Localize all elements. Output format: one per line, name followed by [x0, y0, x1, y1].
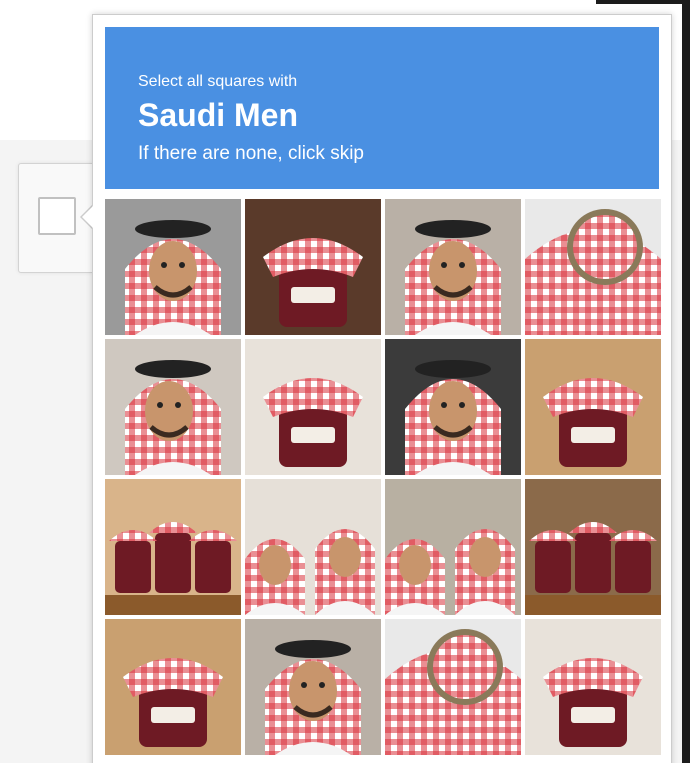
image-tile[interactable]: [525, 479, 661, 615]
tile-image: [525, 619, 661, 755]
captcha-checkbox[interactable]: [38, 197, 76, 235]
tile-image: [245, 339, 381, 475]
tile-image: [525, 199, 661, 335]
tile-image: [245, 199, 381, 335]
image-tile[interactable]: [525, 199, 661, 335]
window-edge-top: [596, 0, 690, 4]
tile-image: [385, 199, 521, 335]
target-label: Saudi Men: [138, 97, 299, 133]
image-tile[interactable]: [525, 619, 661, 755]
image-tile[interactable]: [245, 199, 381, 335]
image-tile[interactable]: [385, 619, 521, 755]
captcha-challenge-popup: Select all squares with Saudi Men If the…: [92, 14, 672, 763]
image-grid: [105, 199, 661, 755]
tile-image: [385, 479, 521, 615]
image-tile[interactable]: [105, 619, 241, 755]
tile-image: [525, 479, 661, 615]
tile-image: [245, 619, 381, 755]
tile-image: [385, 339, 521, 475]
image-tile[interactable]: [105, 339, 241, 475]
image-tile[interactable]: [105, 199, 241, 335]
tile-image: [105, 479, 241, 615]
tile-image: [385, 619, 521, 755]
tile-image: [105, 339, 241, 475]
image-tile[interactable]: [245, 479, 381, 615]
image-tile[interactable]: [385, 479, 521, 615]
screen: Select all squares with Saudi Men If the…: [0, 0, 690, 763]
image-tile[interactable]: [105, 479, 241, 615]
image-tile[interactable]: [245, 339, 381, 475]
skip-hint: If there are none, click skip: [138, 143, 364, 164]
window-edge: [682, 0, 690, 763]
image-tile[interactable]: [245, 619, 381, 755]
tile-image: [525, 339, 661, 475]
tile-image: [105, 619, 241, 755]
tile-image: [245, 479, 381, 615]
instruction-prefix: Select all squares with: [138, 73, 298, 90]
image-tile[interactable]: [525, 339, 661, 475]
image-tile[interactable]: [385, 199, 521, 335]
popup-pointer-fill: [82, 205, 94, 229]
tile-image: [105, 199, 241, 335]
challenge-header: Select all squares with Saudi Men If the…: [105, 27, 659, 189]
image-tile[interactable]: [385, 339, 521, 475]
